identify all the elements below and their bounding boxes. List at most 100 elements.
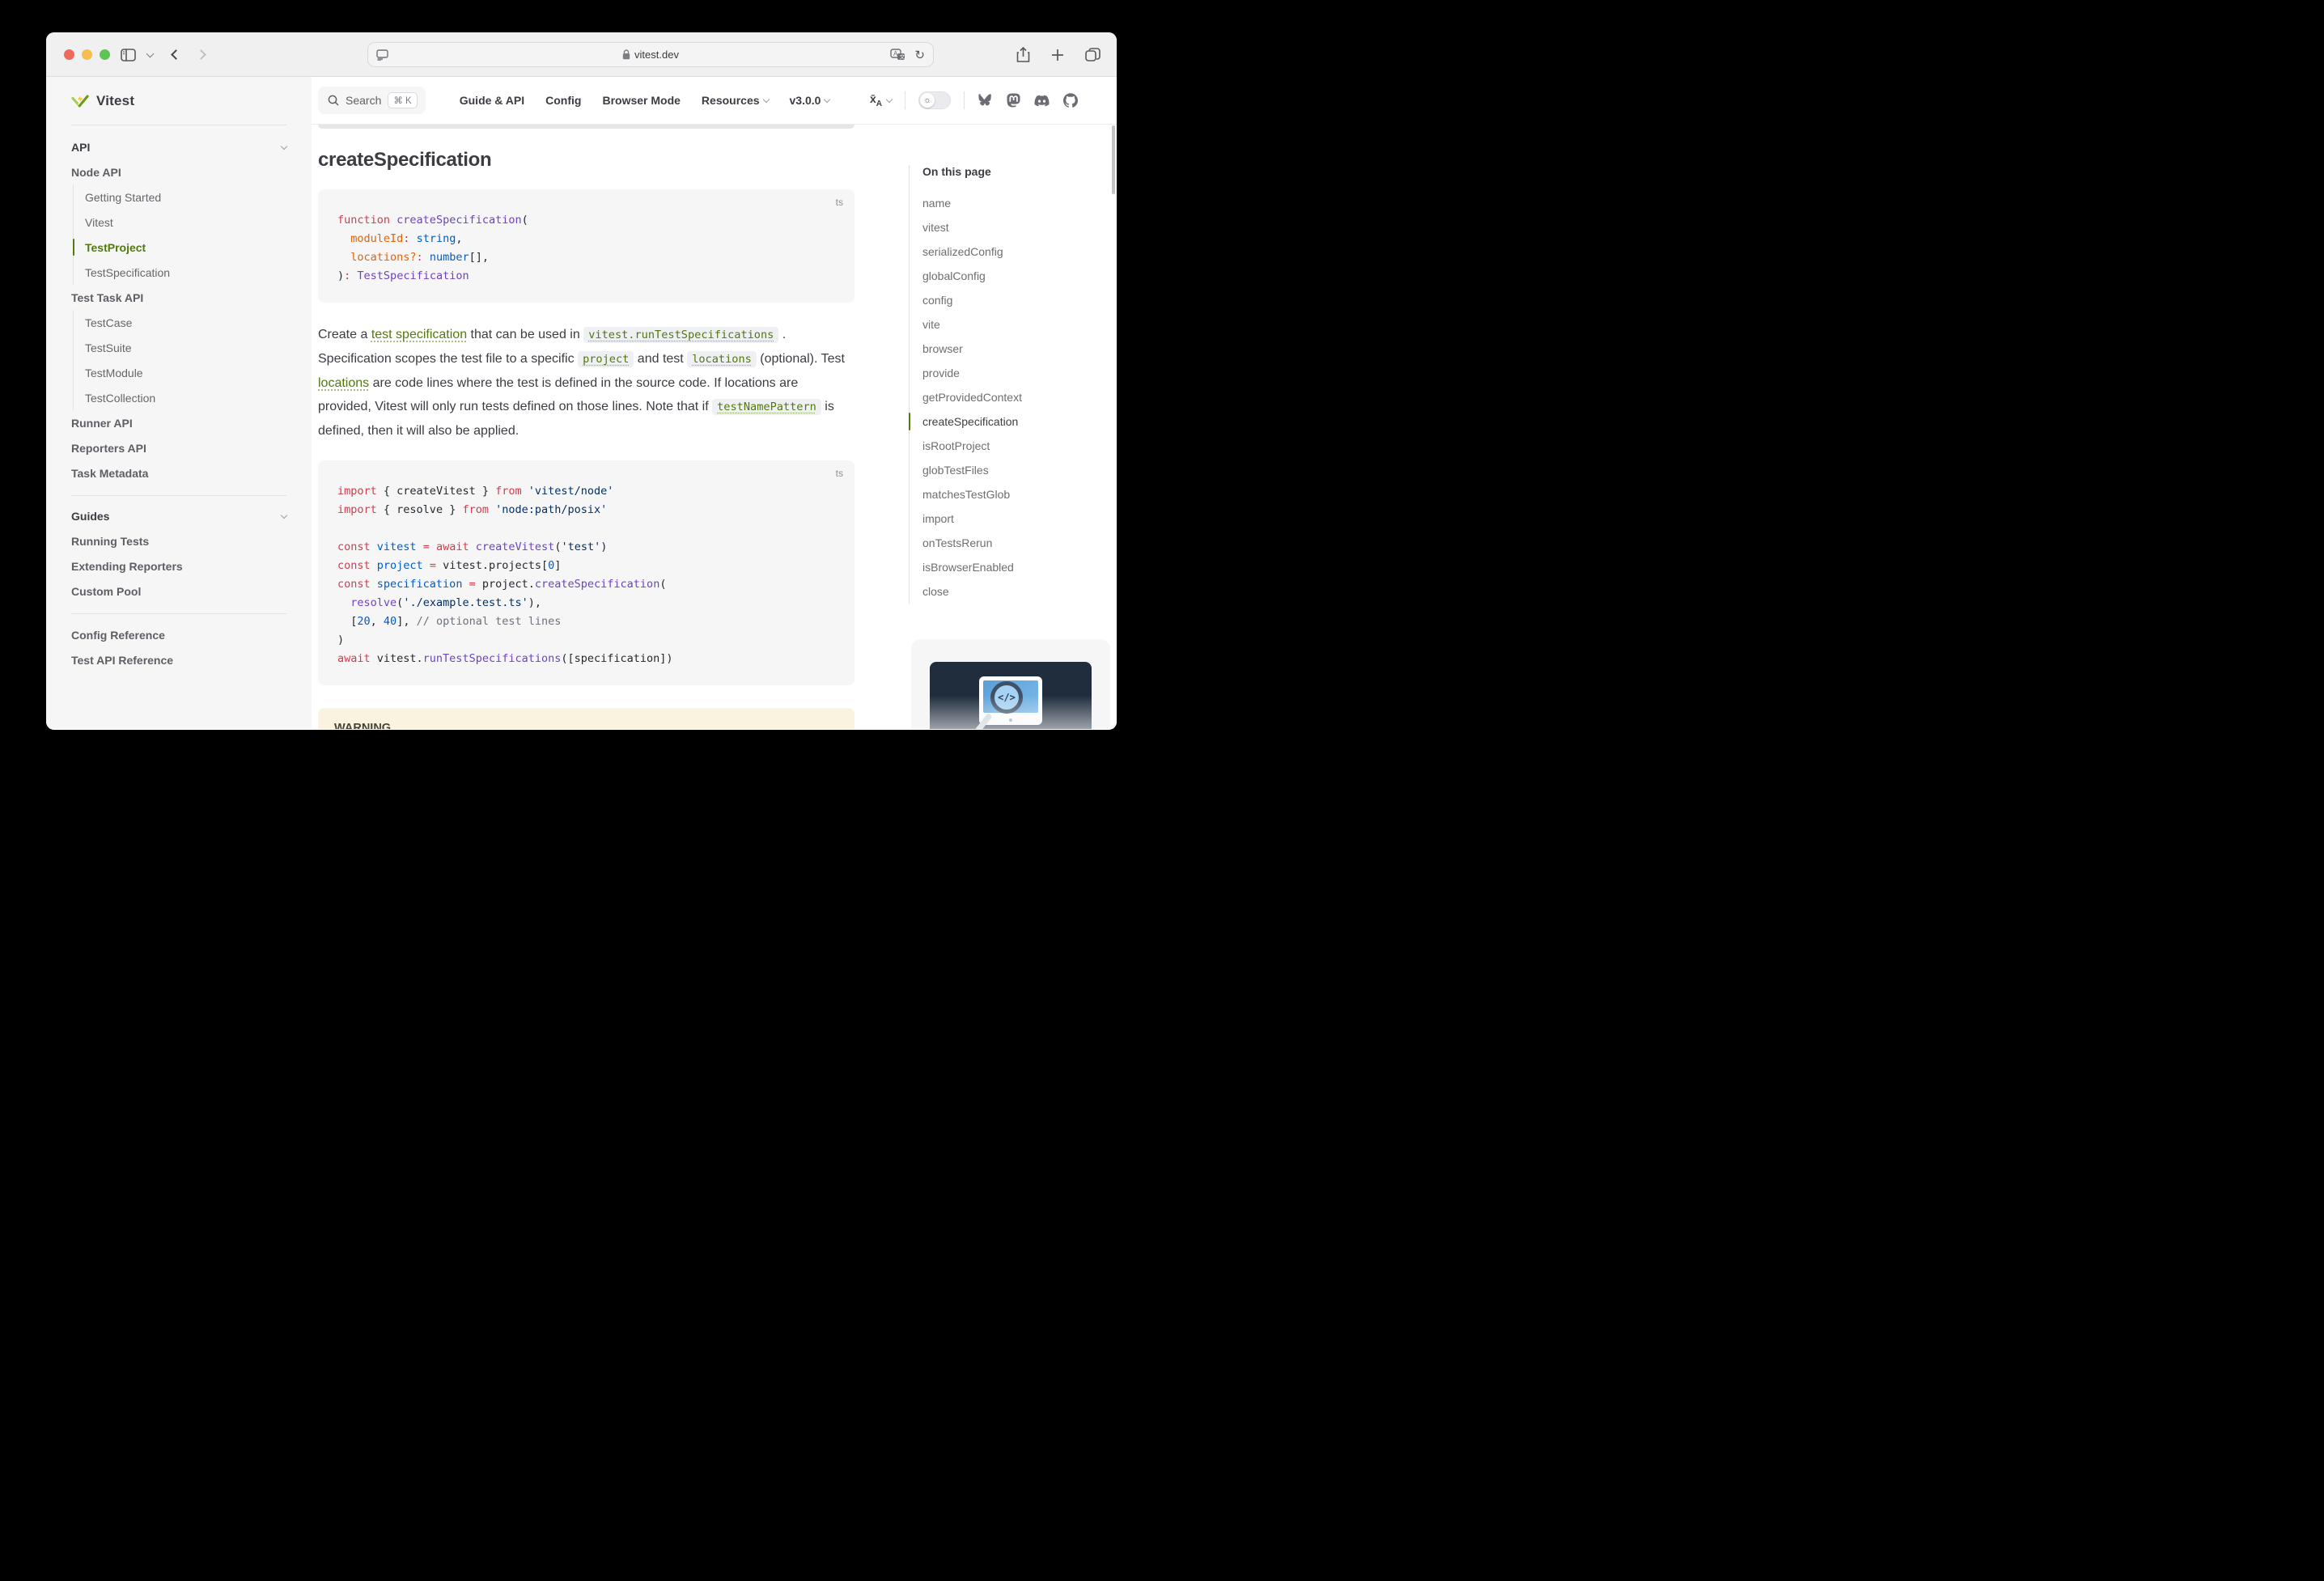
code-line: const project = vitest.projects[0] — [337, 557, 835, 575]
code-line: [20, 40], // optional test lines — [337, 612, 835, 631]
link-testnamepattern[interactable]: testNamePattern — [712, 399, 821, 415]
page-title: createSpecification — [318, 149, 855, 172]
sidebar-group-header-guides[interactable]: Guides — [71, 504, 286, 528]
nav-link-v3-0-0[interactable]: v3.0.0 — [790, 94, 830, 107]
translate-languages-icon: x̄A — [870, 92, 882, 108]
sidebar-item-vitest[interactable]: Vitest — [85, 210, 286, 235]
github-icon[interactable] — [1063, 93, 1078, 108]
sidebar-group: GuidesRunning TestsExtending ReportersCu… — [71, 495, 286, 613]
sidebar-item-node-api[interactable]: Node API — [71, 159, 286, 184]
warning-title: WARNING — [334, 722, 838, 729]
toc-title: On this page — [922, 165, 1109, 178]
toc-active-marker — [909, 413, 911, 430]
sidebar-item-testsuite[interactable]: TestSuite — [85, 335, 286, 360]
toc-item-getprovidedcontext[interactable]: getProvidedContext — [922, 385, 1109, 409]
translate-icon[interactable]: A文 — [890, 49, 906, 61]
site-logo[interactable]: Vitest — [71, 77, 286, 125]
toc-item-config[interactable]: config — [922, 288, 1109, 312]
sidebar-group: Config ReferenceTest API Reference — [71, 613, 286, 682]
sidebar-item-testcollection[interactable]: TestCollection — [85, 385, 286, 410]
close-window-button[interactable] — [64, 49, 74, 60]
page-scrollbar[interactable] — [1112, 125, 1115, 194]
site-header: Search ⌘ K Guide & API Config Browser Mode… — [312, 77, 1117, 125]
toc-item-isbrowserenabled[interactable]: isBrowserEnabled — [922, 555, 1109, 579]
description-paragraph: Create a test specification that can be … — [318, 323, 855, 443]
link-test-specification[interactable]: test specification — [371, 328, 467, 341]
chevron-down-icon — [824, 96, 830, 103]
sidebar-item-getting-started[interactable]: Getting Started — [85, 184, 286, 210]
site-logo-label: Vitest — [96, 93, 134, 109]
tab-overview-icon[interactable] — [1085, 48, 1101, 61]
toc-item-globtestfiles[interactable]: globTestFiles — [922, 458, 1109, 482]
code-block-signature: ts function createSpecification( moduleI… — [318, 189, 855, 303]
zoom-window-button[interactable] — [100, 49, 110, 60]
sidebar-item-testcase[interactable]: TestCase — [85, 310, 286, 335]
warning-callout: WARNING createSpecification expects reso… — [318, 708, 855, 729]
link-locations[interactable]: locations — [687, 351, 757, 367]
sidebar-item-task-metadata[interactable]: Task Metadata — [71, 460, 286, 485]
sidebar-item-extending-reporters[interactable]: Extending Reporters — [71, 553, 286, 579]
toc-item-provide[interactable]: provide — [922, 361, 1109, 385]
sidebar-item-runner-api[interactable]: Runner API — [71, 410, 286, 435]
forward-button — [196, 49, 206, 60]
sidebar-item-testmodule[interactable]: TestModule — [85, 360, 286, 385]
toc-item-serializedconfig[interactable]: serializedConfig — [922, 239, 1109, 264]
toc-item-browser[interactable]: browser — [922, 337, 1109, 361]
code-line: resolve('./example.test.ts'), — [337, 594, 835, 612]
code-search-illustration: </> — [930, 662, 1092, 729]
nav-link-config[interactable]: Config — [545, 94, 581, 107]
sidebar-group-header-api[interactable]: API — [71, 135, 286, 159]
language-menu[interactable]: x̄A — [870, 92, 892, 108]
code-block-example: ts import { createVitest } from 'vitest/… — [318, 460, 855, 685]
code-line: await vitest.runTestSpecifications([spec… — [337, 650, 835, 668]
bluesky-icon[interactable] — [978, 94, 993, 108]
sidebar-item-reporters-api[interactable]: Reporters API — [71, 435, 286, 460]
link-locations[interactable]: locations — [318, 376, 369, 390]
toc-item-name[interactable]: name — [922, 191, 1109, 215]
reload-icon[interactable]: ↻ — [914, 48, 925, 62]
search-label: Search — [346, 94, 381, 107]
toc-item-ontestsrerun[interactable]: onTestsRerun — [922, 531, 1109, 555]
sidebar-nested-group: Getting StartedVitestTestProjectTestSpec… — [73, 184, 286, 285]
address-bar[interactable]: vitest.dev A文 ↻ — [367, 42, 934, 67]
toc-item-close[interactable]: close — [922, 579, 1109, 604]
nav-link-guide-api[interactable]: Guide & API — [460, 94, 524, 107]
chevron-down-icon — [281, 512, 287, 519]
code-line: function createSpecification( — [337, 211, 835, 230]
toc-item-globalconfig[interactable]: globalConfig — [922, 264, 1109, 288]
url-text: vitest.dev — [634, 49, 679, 61]
new-tab-icon[interactable] — [1051, 49, 1064, 61]
mastodon-icon[interactable] — [1007, 93, 1020, 108]
sidebar-menu-chevron-icon[interactable] — [146, 49, 155, 57]
search-button[interactable]: Search ⌘ K — [318, 87, 426, 114]
nav-link-resources[interactable]: Resources — [702, 94, 769, 107]
sidebar-item-config-reference[interactable]: Config Reference — [71, 622, 286, 647]
toc-item-vitest[interactable]: vitest — [922, 215, 1109, 239]
sidebar-item-testproject[interactable]: TestProject — [85, 235, 286, 260]
sponsor-ad-card[interactable]: </> — [911, 639, 1110, 729]
toc-item-matchestestglob[interactable]: matchesTestGlob — [922, 482, 1109, 507]
toc-item-isrootproject[interactable]: isRootProject — [922, 434, 1109, 458]
link-project[interactable]: project — [578, 351, 634, 367]
docs-sidebar: Vitest APINode APIGetting StartedVitestT… — [46, 77, 312, 729]
discord-icon[interactable] — [1034, 95, 1050, 107]
sidebar-item-testspecification[interactable]: TestSpecification — [85, 260, 286, 285]
sun-icon: ☼ — [923, 95, 931, 105]
toc-item-createspecification[interactable]: createSpecification — [922, 409, 1109, 434]
nav-link-browser-mode[interactable]: Browser Mode — [602, 94, 680, 107]
back-button[interactable] — [171, 49, 181, 60]
toc-item-import[interactable]: import — [922, 507, 1109, 531]
link-vitest-runtestspecifications[interactable]: vitest.runTestSpecifications — [583, 327, 778, 343]
sidebar-item-custom-pool[interactable]: Custom Pool — [71, 579, 286, 604]
share-icon[interactable] — [1016, 47, 1030, 63]
top-nav: Guide & API Config Browser Mode Resources v3… — [460, 94, 830, 107]
sidebar-item-test-task-api[interactable]: Test Task API — [71, 285, 286, 310]
toc-item-vite[interactable]: vite — [922, 312, 1109, 337]
minimize-window-button[interactable] — [82, 49, 92, 60]
doc-content: createSpecification ts function createSp… — [318, 125, 855, 729]
sidebar-toggle-icon[interactable] — [121, 49, 136, 61]
sidebar-item-running-tests[interactable]: Running Tests — [71, 528, 286, 553]
theme-toggle[interactable]: ☼ — [918, 91, 951, 109]
sidebar-item-test-api-reference[interactable]: Test API Reference — [71, 647, 286, 672]
chevron-down-icon — [281, 143, 287, 150]
